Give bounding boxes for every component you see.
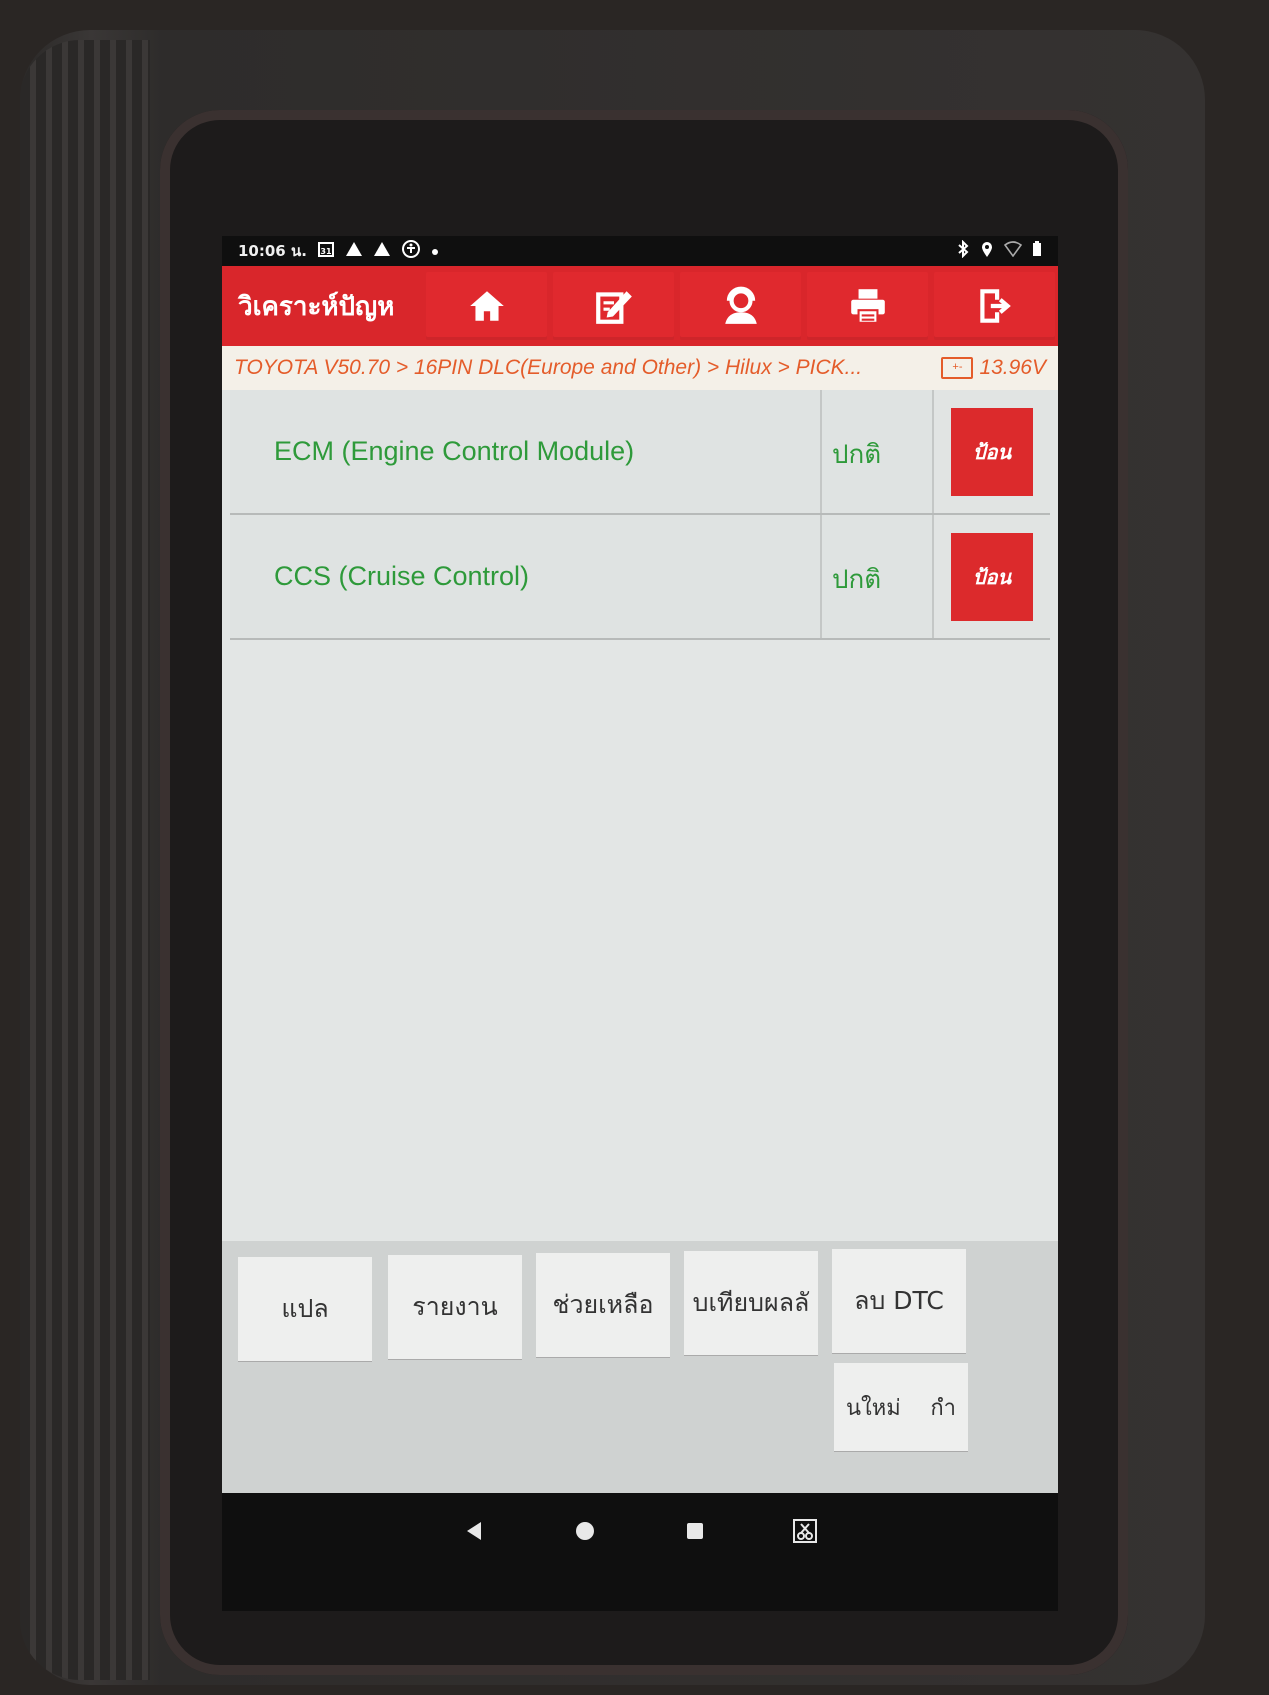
battery-icon [1032,241,1042,261]
report-button[interactable]: รายงาน [388,1255,522,1359]
support-button[interactable] [680,272,801,340]
dot-icon [431,242,439,260]
system-row: CCS (Cruise Control) ปกติ ป้อน [230,515,1050,640]
svg-text:31: 31 [320,247,332,256]
toolbar: วิเคราะห์ปัญห [222,266,1058,346]
edit-icon [595,291,632,324]
help-button[interactable]: ช่วยเหลือ [536,1253,670,1357]
home-nav-icon[interactable] [565,1511,605,1551]
action-bar: แปล รายงาน ช่วยเหลือ บเทียบผลลั ลบ DTC น… [222,1241,1058,1493]
warning-icon [373,240,391,262]
exit-icon [979,289,1011,323]
system-list: ECM (Engine Control Module) ปกติ ป้อน CC… [222,390,1058,640]
row-action-cell: ป้อน [934,390,1050,513]
back-icon[interactable] [455,1511,495,1551]
home-icon [469,291,504,321]
clock: 10:06 น. [238,242,307,260]
screen: 10:06 น. 31 วิเคราะห์ปัญห TOYOTA V50.70 … [222,236,1058,1611]
system-status: ปกติ [822,515,934,638]
nav-bar [222,1493,1058,1611]
enter-button[interactable]: ป้อน [951,407,1033,496]
status-bar: 10:06 น. 31 [222,236,1058,266]
print-icon [850,289,885,324]
breadcrumb-path: TOYOTA V50.70 > 16PIN DLC(Europe and Oth… [234,356,863,379]
warning-icon [345,240,363,262]
home-button[interactable] [426,272,547,340]
accessibility-icon [401,239,421,263]
print-button[interactable] [807,272,928,340]
new-button-suffix: กำ [930,1395,956,1421]
translate-button[interactable]: แปล [238,1257,372,1361]
compare-button[interactable]: บเทียบผลลั [684,1251,818,1355]
recents-icon[interactable] [675,1511,715,1551]
system-name: ECM (Engine Control Module) [230,390,822,513]
enter-button[interactable]: ป้อน [951,532,1033,621]
location-icon [980,240,994,262]
system-name: CCS (Cruise Control) [230,515,822,638]
calendar-icon: 31 [317,240,335,262]
user-support-icon [724,286,757,324]
system-status: ปกติ [822,390,934,513]
edit-button[interactable] [553,272,674,340]
tablet-grip [20,40,150,1680]
system-row: ECM (Engine Control Module) ปกติ ป้อน [230,390,1050,515]
exit-button[interactable] [934,272,1055,340]
breadcrumb: TOYOTA V50.70 > 16PIN DLC(Europe and Oth… [222,346,1058,390]
voltage-value: 13.96V [979,356,1046,379]
clear-dtc-button[interactable]: ลบ DTC [832,1249,966,1353]
row-action-cell: ป้อน [934,515,1050,638]
page-title: วิเคราะห์ปัญห [238,291,395,322]
car-battery-icon: +- [941,357,974,379]
screenshot-icon[interactable] [785,1511,825,1551]
wifi-icon [1003,241,1023,261]
bluetooth-icon [956,239,970,262]
new-button[interactable]: นใหม่ กำ [834,1363,968,1451]
voltage-readout: +- 13.96V [941,356,1046,380]
new-button-label: นใหม่ [846,1395,901,1421]
